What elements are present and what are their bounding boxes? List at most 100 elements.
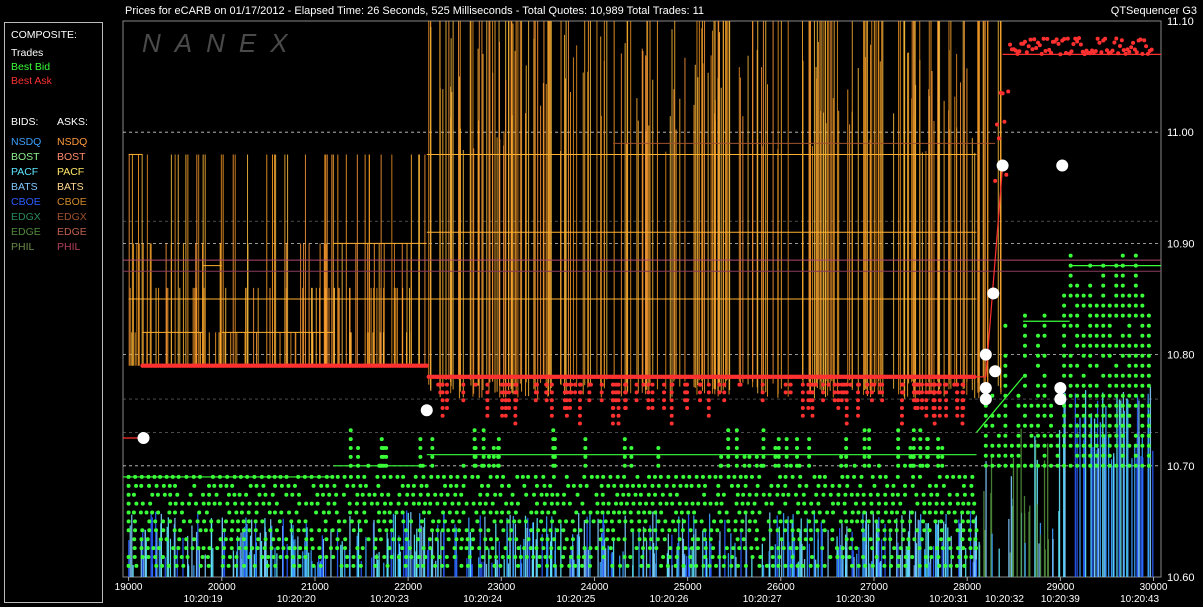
best-ask-marker <box>503 413 508 418</box>
best-ask-marker <box>669 390 674 395</box>
best-bid-marker <box>960 519 965 524</box>
best-bid-marker <box>889 563 894 568</box>
best-bid-marker <box>852 474 857 479</box>
best-bid-marker <box>678 483 683 488</box>
best-bid-marker <box>452 546 457 551</box>
best-bid-marker <box>1068 383 1073 388</box>
x-tick-label: 29000 <box>1046 582 1074 593</box>
y-tick-label: 10.80 <box>1167 350 1195 362</box>
best-ask-marker <box>944 405 949 410</box>
best-bid-marker <box>1036 343 1041 348</box>
best-bid-marker <box>1042 353 1047 358</box>
best-bid-marker <box>788 546 793 551</box>
best-bid-marker <box>896 454 901 459</box>
best-bid-marker <box>1094 413 1099 418</box>
best-bid-marker <box>906 537 911 542</box>
x-tick-label: 20000 <box>208 582 236 593</box>
best-bid-marker <box>736 563 741 568</box>
best-bid-marker <box>658 474 663 479</box>
best-bid-marker <box>470 546 475 551</box>
best-bid-marker <box>278 554 283 559</box>
best-bid-marker <box>430 446 435 451</box>
best-bid-marker <box>1101 453 1106 458</box>
best-bid-marker <box>861 492 866 497</box>
best-ask-marker <box>577 413 582 418</box>
best-bid-marker <box>882 563 887 568</box>
best-bid-marker <box>330 528 335 533</box>
best-bid-marker <box>983 443 988 448</box>
best-bid-marker <box>629 446 634 451</box>
best-bid-marker <box>631 483 636 488</box>
best-bid-marker <box>961 546 966 551</box>
best-bid-marker <box>1081 303 1086 308</box>
chart-title: Prices for eCARB on 01/17/2012 - Elapsed… <box>125 5 705 17</box>
best-bid-marker <box>567 501 572 506</box>
best-bid-marker <box>1101 293 1106 298</box>
best-bid-marker <box>253 519 258 524</box>
best-bid-marker <box>247 554 252 559</box>
best-bid-marker <box>356 446 361 451</box>
best-bid-marker <box>612 483 617 488</box>
best-bid-marker <box>166 563 171 568</box>
best-bid-marker <box>1107 393 1112 398</box>
best-ask-marker <box>634 398 639 403</box>
best-bid-marker <box>885 483 890 488</box>
best-bid-marker <box>428 546 433 551</box>
best-bid-marker <box>911 454 916 459</box>
best-bid-marker <box>722 554 727 559</box>
best-bid-marker <box>618 563 623 568</box>
best-bid-marker <box>440 546 445 551</box>
best-bid-marker <box>752 501 757 506</box>
best-bid-marker <box>139 546 144 551</box>
best-bid-marker <box>471 501 476 506</box>
best-bid-marker <box>889 554 894 559</box>
best-bid-marker <box>418 492 423 497</box>
best-bid-marker <box>203 528 208 533</box>
best-bid-marker <box>1114 423 1119 428</box>
best-bid-marker <box>668 546 673 551</box>
best-bid-marker <box>201 501 206 506</box>
best-bid-marker <box>126 519 131 524</box>
best-bid-marker <box>496 446 501 451</box>
best-bid-marker <box>147 519 152 524</box>
best-bid-marker <box>1081 393 1086 398</box>
best-bid-marker <box>1022 373 1027 378</box>
best-bid-marker <box>1049 413 1054 418</box>
best-bid-marker <box>914 492 919 497</box>
best-bid-marker <box>582 474 587 479</box>
x-tick-label: 23000 <box>487 582 515 593</box>
best-bid-marker <box>537 554 542 559</box>
best-bid-marker <box>671 483 676 488</box>
best-bid-marker <box>688 563 693 568</box>
best-ask-marker <box>955 405 960 410</box>
best-bid-marker <box>500 554 505 559</box>
time-tick-label: 10:20:27 <box>743 594 782 605</box>
best-bid-marker <box>506 483 511 488</box>
best-ask-marker <box>919 405 924 410</box>
best-bid-marker <box>777 510 782 515</box>
best-bid-marker <box>647 528 652 533</box>
watermark: NANEX <box>142 28 302 58</box>
best-bid-marker <box>918 454 923 459</box>
best-bid-marker <box>1003 443 1008 448</box>
best-bid-marker <box>950 554 955 559</box>
best-ask-marker <box>856 390 861 395</box>
best-bid-marker <box>409 554 414 559</box>
best-ask-marker <box>616 398 621 403</box>
best-ask-marker <box>444 390 449 395</box>
best-ask-marker <box>915 405 920 410</box>
best-bid-marker <box>459 492 464 497</box>
best-bid-marker <box>817 474 822 479</box>
best-bid-marker <box>545 537 550 542</box>
best-bid-marker <box>198 563 203 568</box>
best-bid-marker <box>1140 373 1145 378</box>
best-bid-marker <box>428 501 433 506</box>
best-bid-marker <box>534 546 539 551</box>
best-bid-marker <box>267 510 272 515</box>
best-bid-marker <box>391 537 396 542</box>
best-bid-marker <box>461 483 466 488</box>
best-bid-marker <box>960 510 965 515</box>
best-bid-marker <box>1146 333 1151 338</box>
best-bid-marker <box>822 474 827 479</box>
best-bid-marker <box>1107 413 1112 418</box>
